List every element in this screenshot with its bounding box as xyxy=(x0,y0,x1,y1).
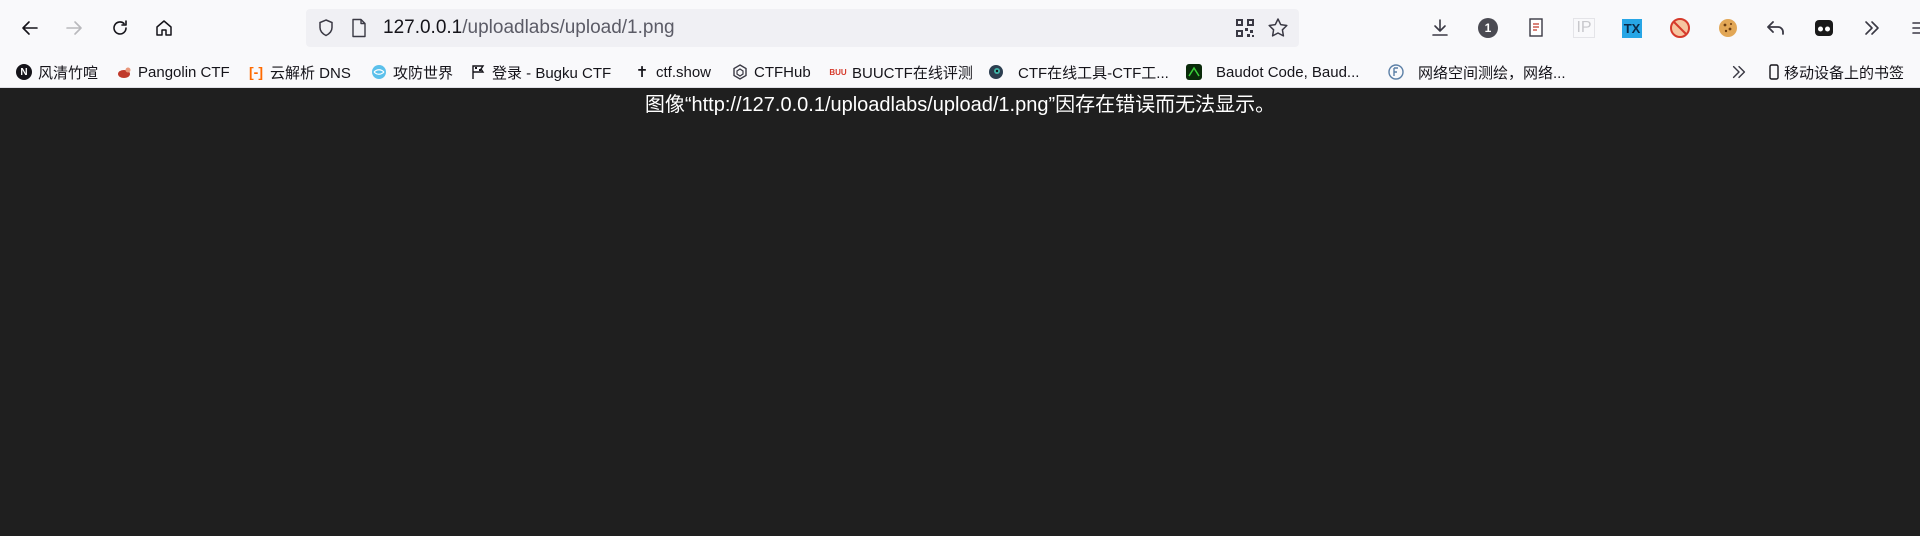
pangolin-icon xyxy=(116,64,132,80)
bookmark-label: 网络空间测绘，网络... xyxy=(1418,64,1566,82)
fofa-icon xyxy=(1388,64,1404,80)
download-icon xyxy=(1432,19,1448,36)
block-icon xyxy=(1670,18,1690,38)
ip-label: IP xyxy=(1573,18,1595,38)
bookmark-item[interactable]: 登录 - Bugku CTF xyxy=(470,56,611,88)
back-button[interactable] xyxy=(14,12,46,44)
downloads-button[interactable] xyxy=(1424,12,1456,44)
bookmark-item[interactable]: 攻防世界 xyxy=(371,56,453,88)
image-error-message: 图像“http://127.0.0.1/uploadlabs/upload/1.… xyxy=(644,94,1276,116)
page-icon[interactable] xyxy=(350,18,368,38)
mobile-device-icon xyxy=(1769,64,1779,80)
reload-icon xyxy=(113,20,127,35)
chevron-double-right-icon xyxy=(1865,21,1879,35)
mobile-bookmarks-label: 移动设备上的书签 xyxy=(1784,64,1905,82)
bookmark-item[interactable]: BUU BUUCTF在线评测 xyxy=(829,56,973,88)
glasses-extension-button[interactable] xyxy=(1808,12,1840,44)
bookmark-star-icon[interactable] xyxy=(1267,17,1289,39)
shield-icon[interactable] xyxy=(316,18,336,38)
arrow-right-icon xyxy=(66,21,82,35)
qr-code-icon[interactable] xyxy=(1235,18,1255,38)
flag-icon xyxy=(470,64,486,80)
bookmark-item[interactable]: 网络空间测绘，网络... xyxy=(1388,56,1566,88)
undo-icon xyxy=(1767,21,1784,35)
bookmark-item[interactable]: CTFHub xyxy=(732,56,811,88)
bookmark-item[interactable]: CTF在线工具-CTF工... xyxy=(988,56,1169,88)
undo-extension-button[interactable] xyxy=(1760,12,1792,44)
hamburger-menu-icon xyxy=(1912,22,1920,34)
bookmark-label: ctf.show xyxy=(656,63,712,81)
globe-icon xyxy=(371,64,387,80)
more-bookmarks-button[interactable] xyxy=(1730,56,1748,88)
glasses-icon xyxy=(1815,20,1833,36)
bookmark-label: CTFHub xyxy=(754,63,811,81)
ip-extension-button[interactable]: IP xyxy=(1568,12,1600,44)
tx-extension-button[interactable]: TX xyxy=(1616,12,1648,44)
bookmark-item[interactable]: [-] 云解析 DNS xyxy=(248,56,351,88)
chevron-double-right-icon xyxy=(1732,65,1746,79)
matrix-icon xyxy=(1186,64,1202,80)
notes-extension-button[interactable] xyxy=(1520,12,1552,44)
bookmark-label: BUUCTF在线评测 xyxy=(852,64,973,82)
bookmarks-toolbar: N 风清竹喧 Pangolin CTF [-] 云解析 DNS 攻防世界 登录 … xyxy=(0,56,1920,88)
bookmark-label: Pangolin CTF xyxy=(138,63,230,81)
eye-icon xyxy=(988,64,1004,80)
bookmark-label: 风清竹喧 xyxy=(38,64,99,82)
page-content: 图像“http://127.0.0.1/uploadlabs/upload/1.… xyxy=(0,89,1920,536)
bookmark-label: Baudot Code, Baud... xyxy=(1216,63,1360,81)
ctfshow-icon: ✝ xyxy=(635,64,649,81)
url-host: 127.0.0.1 xyxy=(383,17,463,38)
aliyun-icon: [-] xyxy=(249,64,263,80)
url-text[interactable]: 127.0.0.1/uploadlabs/upload/1.png xyxy=(383,9,675,47)
cookie-extension-button[interactable] xyxy=(1712,12,1744,44)
bookmark-label: 攻防世界 xyxy=(393,64,454,82)
bookmark-item[interactable]: Baudot Code, Baud... xyxy=(1186,56,1359,88)
reload-button[interactable] xyxy=(104,12,136,44)
app-menu-button[interactable] xyxy=(1904,12,1920,44)
home-icon xyxy=(156,20,172,36)
password-manager-button[interactable]: 1 xyxy=(1472,12,1504,44)
buuctf-icon: BUU xyxy=(829,67,847,77)
more-tools-button[interactable] xyxy=(1856,12,1888,44)
ctfhub-icon xyxy=(732,64,748,80)
arrow-left-icon xyxy=(22,21,38,35)
home-button[interactable] xyxy=(148,12,180,44)
document-icon xyxy=(1529,18,1543,37)
browser-toolbar: 127.0.0.1/uploadlabs/upload/1.png 1 IP T… xyxy=(0,0,1920,56)
extension-badge: 1 xyxy=(1484,21,1492,35)
url-bar[interactable]: 127.0.0.1/uploadlabs/upload/1.png xyxy=(306,9,1299,47)
bookmark-label: 云解析 DNS xyxy=(270,64,351,82)
bookmark-item[interactable]: N 风清竹喧 xyxy=(16,56,98,88)
bookmark-label: CTF在线工具-CTF工... xyxy=(1018,64,1169,82)
n-logo-icon: N xyxy=(16,64,32,80)
bookmark-item[interactable]: Pangolin CTF xyxy=(116,56,230,88)
block-extension-button[interactable] xyxy=(1664,12,1696,44)
tx-label: TX xyxy=(1621,18,1643,38)
mobile-bookmarks-folder[interactable]: 移动设备上的书签 xyxy=(1766,56,1904,88)
toolbar-tools: 1 IP TX xyxy=(1424,12,1920,44)
bookmark-item[interactable]: ✝ ctf.show xyxy=(634,56,711,88)
url-path: /uploadlabs/upload/1.png xyxy=(462,17,675,38)
forward-button[interactable] xyxy=(58,12,90,44)
cookie-icon xyxy=(1719,19,1737,37)
bookmark-label: 登录 - Bugku CTF xyxy=(492,64,612,82)
